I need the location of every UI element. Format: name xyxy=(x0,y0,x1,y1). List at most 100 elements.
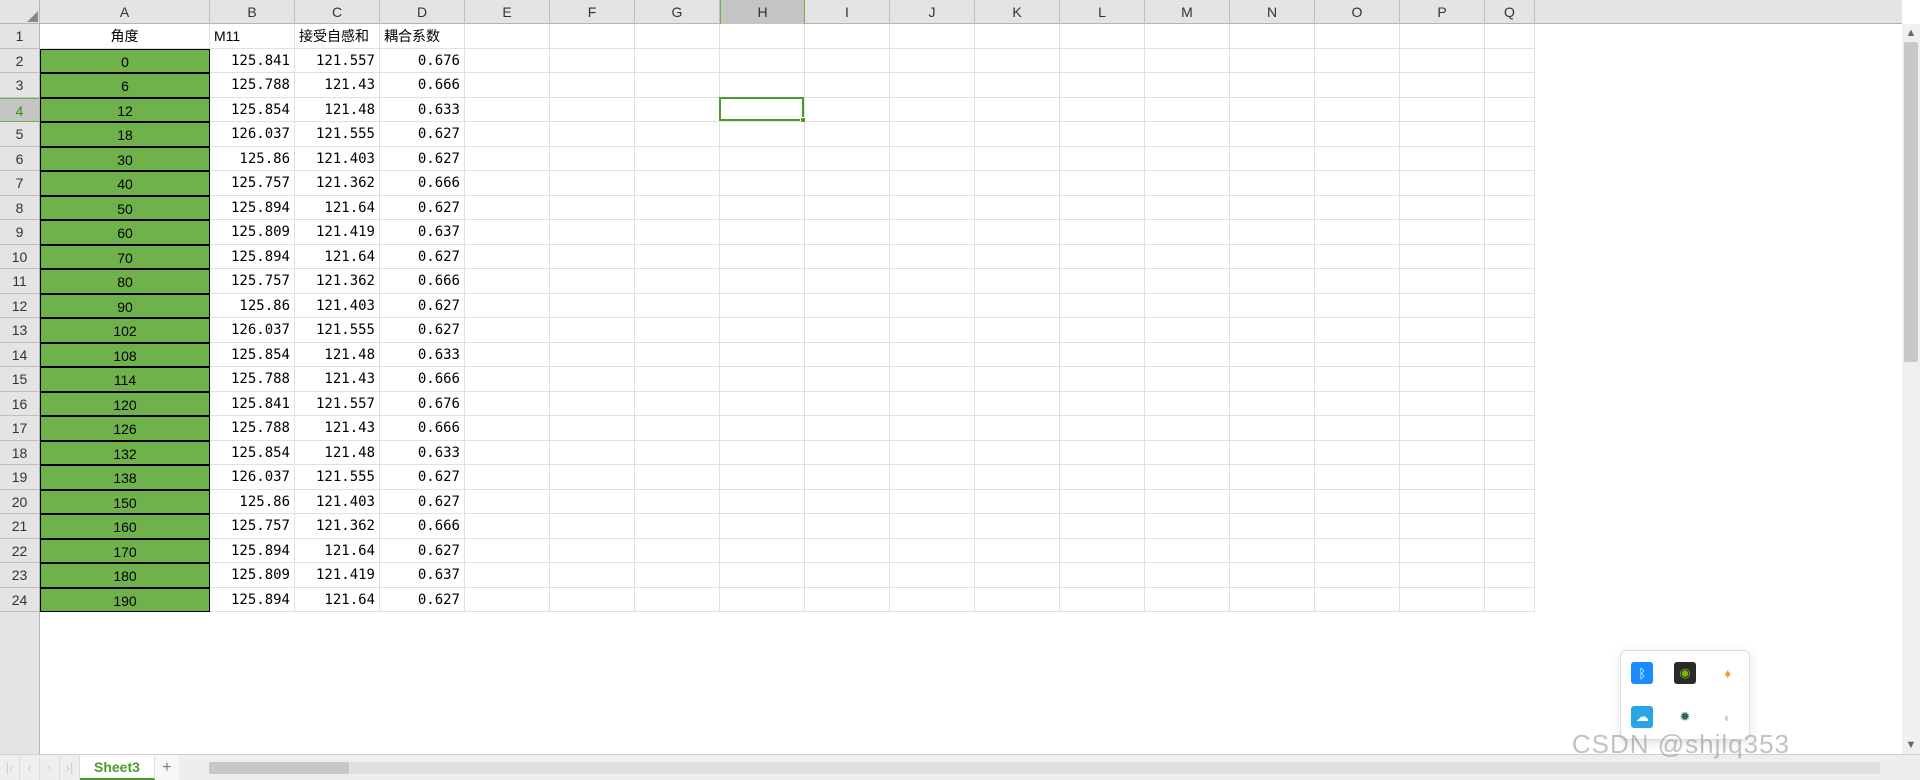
cell-I17[interactable] xyxy=(805,416,890,441)
cell-P21[interactable] xyxy=(1400,514,1485,539)
cell-N5[interactable] xyxy=(1230,122,1315,147)
cell-B2[interactable]: 125.841 xyxy=(210,49,295,74)
cell-P11[interactable] xyxy=(1400,269,1485,294)
cell-L6[interactable] xyxy=(1060,147,1145,172)
cell-L19[interactable] xyxy=(1060,465,1145,490)
cell-C14[interactable]: 121.48 xyxy=(295,343,380,368)
cell-M5[interactable] xyxy=(1145,122,1230,147)
cell-C6[interactable]: 121.403 xyxy=(295,147,380,172)
cell-M19[interactable] xyxy=(1145,465,1230,490)
cell-K3[interactable] xyxy=(975,73,1060,98)
cell-Q20[interactable] xyxy=(1485,490,1535,515)
cell-M16[interactable] xyxy=(1145,392,1230,417)
tab-nav-prev[interactable]: ‹ xyxy=(20,755,40,780)
cell-C8[interactable]: 121.64 xyxy=(295,196,380,221)
cell-E19[interactable] xyxy=(465,465,550,490)
cell-D14[interactable]: 0.633 xyxy=(380,343,465,368)
cell-Q23[interactable] xyxy=(1485,563,1535,588)
col-header-O[interactable]: O xyxy=(1315,0,1400,24)
cell-H8[interactable] xyxy=(720,196,805,221)
cell-N9[interactable] xyxy=(1230,220,1315,245)
col-header-F[interactable]: F xyxy=(550,0,635,24)
cell-A21[interactable]: 160 xyxy=(40,514,210,539)
cell-K7[interactable] xyxy=(975,171,1060,196)
cell-N21[interactable] xyxy=(1230,514,1315,539)
cell-M14[interactable] xyxy=(1145,343,1230,368)
cell-H9[interactable] xyxy=(720,220,805,245)
cell-D18[interactable]: 0.633 xyxy=(380,441,465,466)
cell-C10[interactable]: 121.64 xyxy=(295,245,380,270)
cell-J9[interactable] xyxy=(890,220,975,245)
row-header-19[interactable]: 19 xyxy=(0,465,39,490)
cell-B24[interactable]: 125.894 xyxy=(210,588,295,613)
row-header-21[interactable]: 21 xyxy=(0,514,39,539)
cell-C5[interactable]: 121.555 xyxy=(295,122,380,147)
cell-L8[interactable] xyxy=(1060,196,1145,221)
cell-D3[interactable]: 0.666 xyxy=(380,73,465,98)
cell-F4[interactable] xyxy=(550,98,635,123)
cell-M8[interactable] xyxy=(1145,196,1230,221)
cell-D4[interactable]: 0.633 xyxy=(380,98,465,123)
col-header-A[interactable]: A xyxy=(40,0,210,24)
cell-E6[interactable] xyxy=(465,147,550,172)
cell-J14[interactable] xyxy=(890,343,975,368)
cell-A23[interactable]: 180 xyxy=(40,563,210,588)
row-header-9[interactable]: 9 xyxy=(0,220,39,245)
cell-L2[interactable] xyxy=(1060,49,1145,74)
cell-K2[interactable] xyxy=(975,49,1060,74)
cell-A22[interactable]: 170 xyxy=(40,539,210,564)
cell-D24[interactable]: 0.627 xyxy=(380,588,465,613)
cell-G9[interactable] xyxy=(635,220,720,245)
cell-O12[interactable] xyxy=(1315,294,1400,319)
row-header-11[interactable]: 11 xyxy=(0,269,39,294)
col-header-C[interactable]: C xyxy=(295,0,380,24)
cell-H19[interactable] xyxy=(720,465,805,490)
cell-I2[interactable] xyxy=(805,49,890,74)
cell-P22[interactable] xyxy=(1400,539,1485,564)
cell-C12[interactable]: 121.403 xyxy=(295,294,380,319)
cell-D2[interactable]: 0.676 xyxy=(380,49,465,74)
cell-K18[interactable] xyxy=(975,441,1060,466)
cell-G10[interactable] xyxy=(635,245,720,270)
cell-F19[interactable] xyxy=(550,465,635,490)
cell-E2[interactable] xyxy=(465,49,550,74)
cell-C1[interactable]: 接受自感和 xyxy=(295,24,380,49)
cell-B14[interactable]: 125.854 xyxy=(210,343,295,368)
cell-H6[interactable] xyxy=(720,147,805,172)
cell-O17[interactable] xyxy=(1315,416,1400,441)
col-header-E[interactable]: E xyxy=(465,0,550,24)
cell-H7[interactable] xyxy=(720,171,805,196)
cell-I23[interactable] xyxy=(805,563,890,588)
cell-O22[interactable] xyxy=(1315,539,1400,564)
cell-D21[interactable]: 0.666 xyxy=(380,514,465,539)
cell-J17[interactable] xyxy=(890,416,975,441)
cell-G18[interactable] xyxy=(635,441,720,466)
cell-F20[interactable] xyxy=(550,490,635,515)
cell-L3[interactable] xyxy=(1060,73,1145,98)
cell-F3[interactable] xyxy=(550,73,635,98)
cell-J8[interactable] xyxy=(890,196,975,221)
cell-O4[interactable] xyxy=(1315,98,1400,123)
cell-J4[interactable] xyxy=(890,98,975,123)
cell-L15[interactable] xyxy=(1060,367,1145,392)
cell-D23[interactable]: 0.637 xyxy=(380,563,465,588)
row-header-5[interactable]: 5 xyxy=(0,122,39,147)
cell-M1[interactable] xyxy=(1145,24,1230,49)
cell-K21[interactable] xyxy=(975,514,1060,539)
col-header-B[interactable]: B xyxy=(210,0,295,24)
col-header-P[interactable]: P xyxy=(1400,0,1485,24)
cell-I7[interactable] xyxy=(805,171,890,196)
cell-B5[interactable]: 126.037 xyxy=(210,122,295,147)
cell-L17[interactable] xyxy=(1060,416,1145,441)
cell-M23[interactable] xyxy=(1145,563,1230,588)
cell-N23[interactable] xyxy=(1230,563,1315,588)
cell-C23[interactable]: 121.419 xyxy=(295,563,380,588)
cell-D19[interactable]: 0.627 xyxy=(380,465,465,490)
cell-Q11[interactable] xyxy=(1485,269,1535,294)
row-header-4[interactable]: 4 xyxy=(0,98,39,123)
cell-F1[interactable] xyxy=(550,24,635,49)
col-header-D[interactable]: D xyxy=(380,0,465,24)
row-header-15[interactable]: 15 xyxy=(0,367,39,392)
cell-M21[interactable] xyxy=(1145,514,1230,539)
cell-N10[interactable] xyxy=(1230,245,1315,270)
